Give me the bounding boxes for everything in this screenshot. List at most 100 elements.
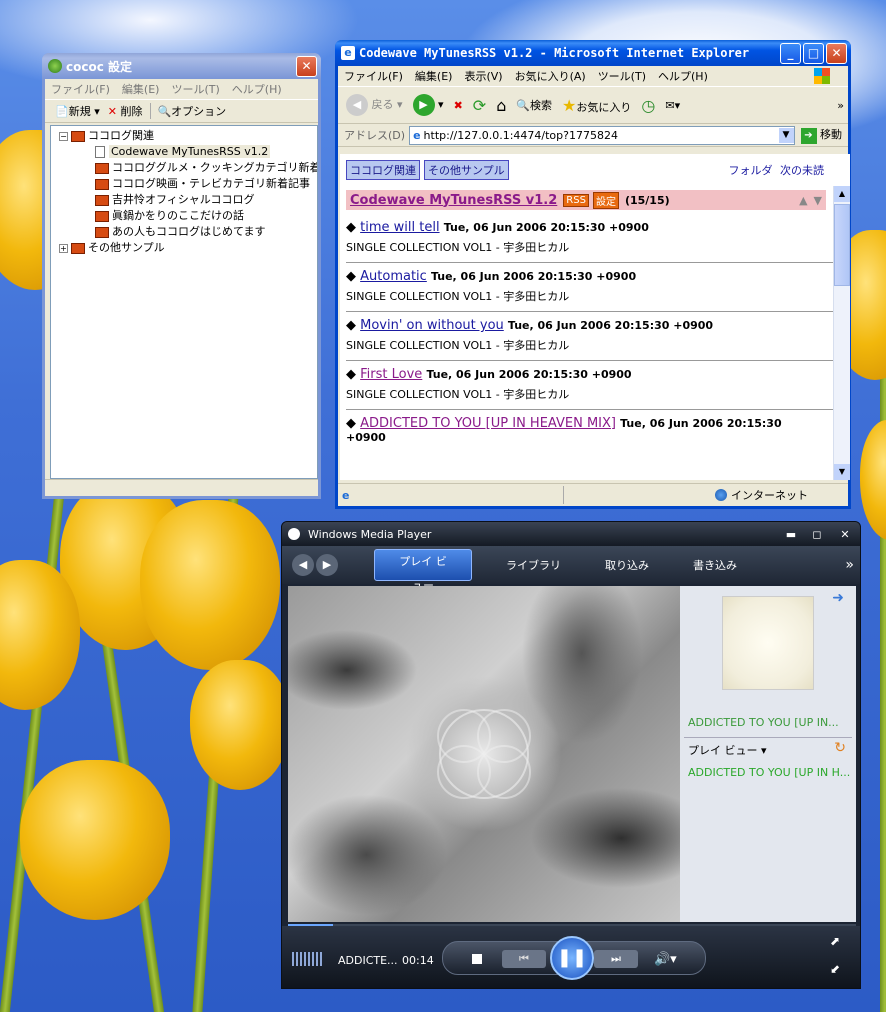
home-icon[interactable]: ⌂: [496, 96, 506, 115]
page-icon: e: [413, 128, 421, 142]
menu-edit[interactable]: 編集(E): [415, 68, 453, 84]
search-icon: 🔍: [516, 99, 531, 112]
tree-group-other[interactable]: + その他サンプル: [51, 240, 317, 256]
tree-item[interactable]: ココロググルメ・クッキングカテゴリ新着記事: [51, 160, 317, 176]
close-button[interactable]: ✕: [296, 55, 317, 77]
close-button[interactable]: ✕: [826, 42, 847, 64]
entry-title[interactable]: Movin' on without you: [360, 318, 504, 333]
cococ-titlebar[interactable]: cococ 設定 ✕: [42, 53, 321, 79]
back-arrow-icon: ◀: [346, 94, 368, 116]
tree-item[interactable]: ココログ映画・テレビカテゴリ新着記事: [51, 176, 317, 192]
entry-subtitle: SINGLE COLLECTION VOL1 - 宇多田ヒカル: [346, 241, 570, 254]
menu-tools[interactable]: ツール(T): [598, 68, 646, 84]
scroll-down-icon[interactable]: ▼: [834, 464, 850, 480]
scroll-up-icon[interactable]: ▲: [834, 186, 850, 202]
menu-favorites[interactable]: お気に入り(A): [515, 68, 586, 84]
volume-button[interactable]: 🔊▾: [654, 952, 677, 967]
ie-menubar: ファイル(F) 編集(E) 表示(V) お気に入り(A) ツール(T) ヘルプ(…: [338, 66, 848, 86]
entry: ◆ Movin' on without you Tue, 06 Jun 2006…: [346, 312, 840, 361]
entry-title[interactable]: Automatic: [360, 269, 427, 284]
menu-file[interactable]: ファイル(F): [51, 81, 110, 97]
delete-button[interactable]: ✕ 削除: [108, 103, 143, 119]
page-content: ココログ関連 その他サンプル フォルダ 次の未読 Codewave MyTune…: [340, 154, 850, 480]
chip-other-samples[interactable]: その他サンプル: [424, 160, 509, 180]
next-unread-link[interactable]: 次の未読: [780, 164, 824, 177]
menu-file[interactable]: ファイル(F): [344, 68, 403, 84]
playlist-item[interactable]: ADDICTED TO YOU [UP IN H...: [688, 766, 850, 779]
repeat-icon[interactable]: ↻: [834, 740, 846, 756]
feed-title[interactable]: Codewave MyTunesRSS v1.2: [350, 193, 557, 208]
entry-date: Tue, 06 Jun 2006 20:15:30 +0900: [507, 319, 714, 332]
tree-item[interactable]: あの人もココログはじめてます: [51, 224, 317, 240]
status-bar: [45, 479, 318, 496]
settings-badge[interactable]: 設定: [592, 191, 619, 209]
fullscreen-icon[interactable]: ⬈: [830, 934, 840, 948]
chip-cocolog[interactable]: ココログ関連: [346, 160, 420, 180]
folder-link[interactable]: フォルダ: [729, 164, 773, 177]
collapse-up-icon[interactable]: ▲: [799, 194, 807, 207]
entry-date: Tue, 06 Jun 2006 20:15:30 +0900: [443, 221, 649, 234]
tree-item[interactable]: 眞鍋かをりのここだけの話: [51, 208, 317, 224]
tree-group-cocolog[interactable]: − ココログ関連: [51, 128, 317, 144]
menu-help[interactable]: ヘルプ(H): [658, 68, 708, 84]
menu-edit[interactable]: 編集(E): [122, 81, 160, 97]
go-button[interactable]: ➔ 移動: [800, 126, 842, 144]
new-button[interactable]: 📄新規 ▾: [55, 103, 100, 119]
favorites-button[interactable]: ★お気に入り: [562, 96, 631, 115]
album-art[interactable]: [722, 596, 814, 690]
tab-burn[interactable]: 書き込み: [671, 557, 759, 573]
expand-down-icon[interactable]: ▼: [814, 194, 822, 207]
collapse-icon[interactable]: −: [59, 131, 68, 141]
document-icon: [95, 146, 105, 158]
maximize-button[interactable]: □: [803, 42, 824, 64]
next-button[interactable]: ⏭: [594, 950, 638, 968]
history-icon[interactable]: ◷: [641, 96, 655, 115]
entry-date-cont: +0900: [346, 431, 386, 444]
tree-item-selected[interactable]: Codewave MyTunesRSS v1.2: [51, 144, 317, 160]
ie-title: Codewave MyTunesRSS v1.2 - Microsoft Int…: [359, 46, 750, 60]
play-pause-button[interactable]: ❚❚: [550, 936, 594, 980]
forward-icon[interactable]: ▶: [316, 554, 338, 576]
close-button[interactable]: ✕: [830, 528, 860, 541]
rss-feed-icon: [95, 178, 109, 190]
tab-rip[interactable]: 取り込み: [583, 557, 671, 573]
wmp-titlebar[interactable]: Windows Media Player ▬ ◻ ✕: [282, 522, 860, 546]
rss-feed-icon: [95, 210, 109, 222]
maximize-button[interactable]: ◻: [804, 528, 830, 541]
entry-title[interactable]: First Love: [360, 367, 422, 382]
ie-titlebar[interactable]: e Codewave MyTunesRSS v1.2 - Microsoft I…: [335, 40, 851, 66]
tab-library[interactable]: ライブラリ: [484, 557, 583, 573]
address-dropdown-icon[interactable]: ▼: [778, 127, 794, 143]
entry-title[interactable]: time will tell: [360, 220, 439, 235]
stop-button[interactable]: [472, 954, 482, 964]
tab-now-playing[interactable]: プレイ ビュー: [374, 549, 472, 592]
search-button[interactable]: 🔍検索: [516, 97, 552, 113]
more-tabs-icon[interactable]: »: [845, 557, 854, 573]
stop-icon[interactable]: ✖: [454, 99, 463, 112]
previous-button[interactable]: ⏮: [502, 950, 546, 968]
back-button[interactable]: ◀ 戻る ▾: [346, 94, 403, 116]
refresh-icon[interactable]: ⟳: [473, 96, 486, 115]
forward-button[interactable]: ▶ ▾: [412, 94, 444, 116]
entry-list: ◆ time will tell Tue, 06 Jun 2006 20:15:…: [340, 214, 850, 451]
menu-help[interactable]: ヘルプ(H): [232, 81, 282, 97]
expand-icon[interactable]: +: [59, 243, 68, 253]
vertical-scrollbar[interactable]: ▲ ▼: [833, 186, 850, 480]
options-button[interactable]: 🔍オプション: [157, 103, 226, 119]
scroll-thumb[interactable]: [834, 204, 850, 286]
compact-mode-icon[interactable]: ⬋: [830, 962, 840, 976]
minimize-button[interactable]: _: [780, 42, 801, 64]
entry-title[interactable]: ADDICTED TO YOU [UP IN HEAVEN MIX]: [360, 416, 616, 431]
minimize-button[interactable]: ▬: [778, 528, 804, 541]
tree-item[interactable]: 吉井怜オフィシャルココログ: [51, 192, 317, 208]
menu-view[interactable]: 表示(V): [464, 68, 502, 84]
menu-tools[interactable]: ツール(T): [171, 81, 219, 97]
wmp-title: Windows Media Player: [308, 527, 432, 541]
arrow-right-icon[interactable]: ➜: [832, 590, 844, 606]
back-icon[interactable]: ◀: [292, 554, 314, 576]
playlist-dropdown[interactable]: プレイ ビュー ▾: [688, 742, 767, 758]
toolbar-overflow-icon[interactable]: »: [837, 99, 844, 112]
mail-icon[interactable]: ✉▾: [665, 99, 680, 112]
rss-badge[interactable]: RSS: [563, 193, 589, 207]
address-input[interactable]: e http://127.0.0.1:4474/top?1775824 ▼: [409, 125, 795, 145]
